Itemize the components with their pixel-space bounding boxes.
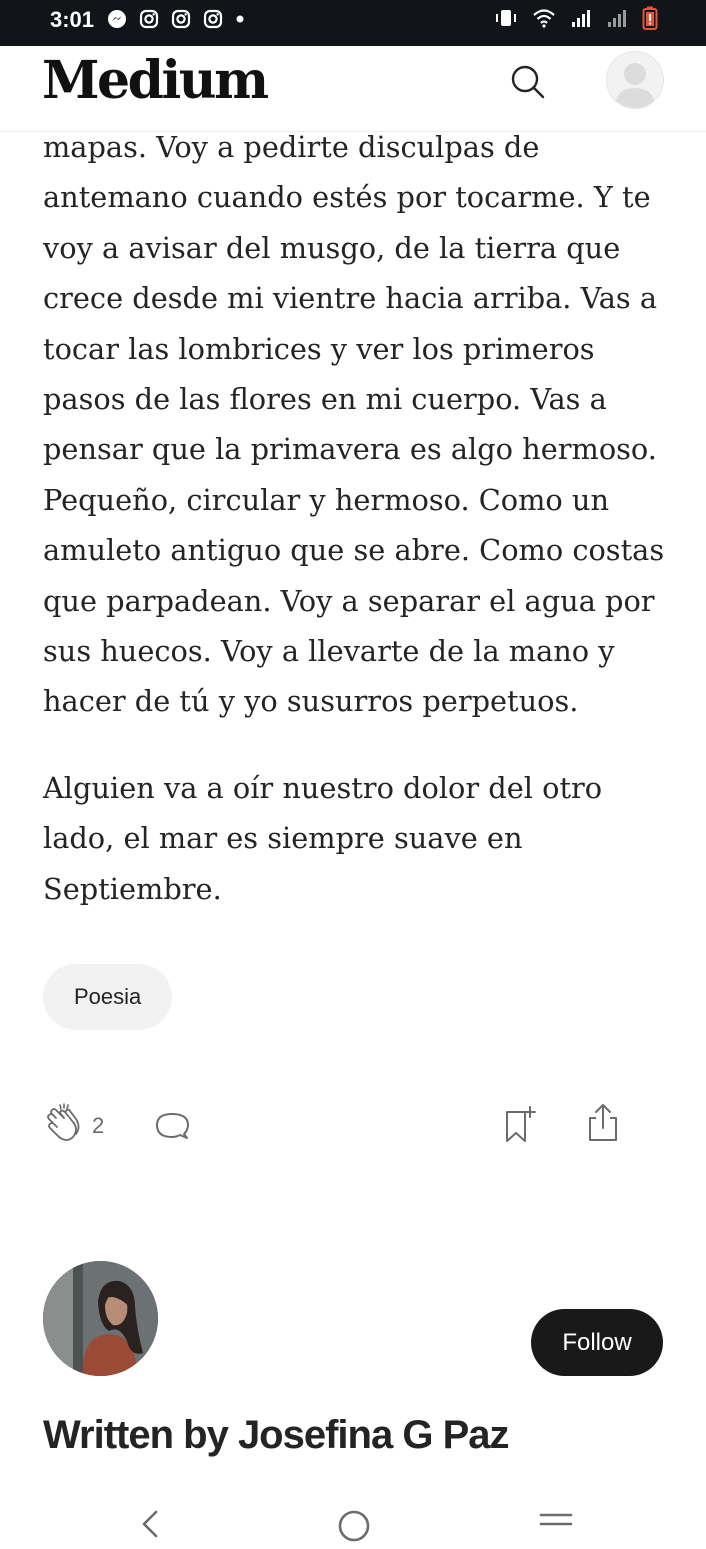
instagram-icon [203, 9, 223, 29]
instagram-icon [139, 9, 159, 29]
search-icon [511, 65, 545, 99]
nav-recents-button[interactable] [538, 1510, 574, 1540]
avatar-placeholder-icon [615, 63, 655, 108]
comment-button[interactable] [154, 1108, 190, 1144]
status-time: 3:01 [50, 7, 95, 32]
clap-icon [47, 1103, 80, 1141]
save-button[interactable] [502, 1104, 540, 1146]
back-icon [142, 1510, 158, 1538]
author-photo [43, 1261, 158, 1376]
wifi-icon [533, 9, 555, 28]
author-avatar[interactable] [43, 1261, 158, 1376]
share-button[interactable] [586, 1102, 620, 1144]
medium-logo[interactable]: Medium [42, 50, 269, 111]
vibrate-icon [496, 10, 516, 26]
status-bar: 3:01 [0, 0, 706, 46]
bookmark-add-icon [506, 1106, 536, 1142]
battery-low-icon [642, 6, 658, 30]
system-icons [494, 6, 658, 30]
clap-count: 2 [92, 1113, 105, 1138]
notification-icons [107, 9, 245, 29]
nav-home-button[interactable] [336, 1508, 372, 1544]
signal-icon [572, 10, 590, 27]
article-body: mapas. Voy a pedirte disculpas de antema… [43, 122, 673, 914]
written-by-heading: Written by Josefina G Paz [43, 1413, 509, 1457]
share-icon [589, 1104, 617, 1141]
messenger-icon [108, 10, 126, 28]
dot-icon [236, 15, 244, 23]
app-bar: Medium [0, 46, 706, 132]
signal-icon [608, 10, 626, 27]
home-icon [338, 1510, 370, 1542]
user-avatar-button[interactable] [606, 51, 664, 109]
article-paragraph: mapas. Voy a pedirte disculpas de antema… [43, 130, 665, 719]
system-nav-bar [0, 1500, 706, 1542]
search-button[interactable] [506, 60, 550, 104]
comment-icon [156, 1113, 189, 1139]
tag-poesia[interactable]: Poesia [43, 964, 173, 1030]
nav-back-button[interactable] [134, 1508, 164, 1538]
clap-button[interactable] [45, 1103, 83, 1145]
instagram-icon [171, 9, 191, 29]
recents-icon [539, 1513, 573, 1526]
follow-button[interactable]: Follow [531, 1309, 663, 1376]
article-paragraph: Alguien va a oír nuestro dolor del otro … [43, 770, 603, 906]
